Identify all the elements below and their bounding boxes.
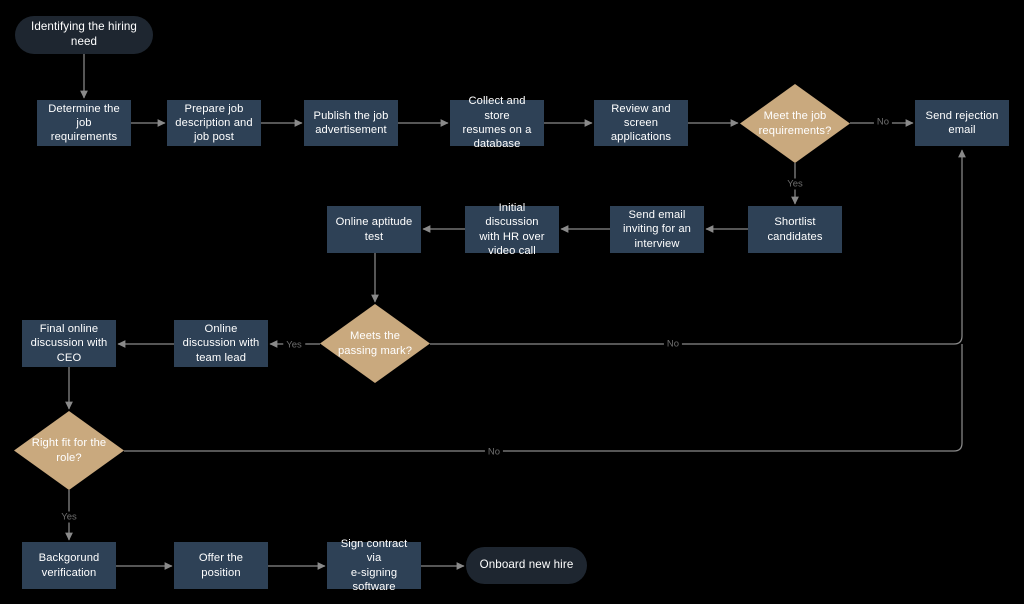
node-send-rejection-email[interactable]: Send rejection email xyxy=(915,100,1009,146)
node-review-screen-applications[interactable]: Review and screen applications xyxy=(594,100,688,146)
edge-label-meet-requirements-no: No xyxy=(873,116,893,128)
node-prepare-job-description-label: Prepare job description and job post xyxy=(175,102,253,144)
node-send-rejection-email-label: Send rejection email xyxy=(925,109,999,136)
node-publish-advertisement-label: Publish the job advertisement xyxy=(313,109,389,136)
node-determine-job-requirements[interactable]: Determine the job requirements xyxy=(37,100,131,146)
node-send-interview-invite-label: Send email inviting for an interview xyxy=(622,209,692,250)
node-meet-job-requirements-decision-label: Meet the job requirements? xyxy=(758,110,832,137)
node-collect-store-resumes-label: Collect and store resumes on a database xyxy=(462,95,532,151)
node-discussion-ceo[interactable]: Final online discussion with CEO xyxy=(22,320,116,367)
node-collect-store-resumes[interactable]: Collect and store resumes on a database xyxy=(450,95,544,150)
edge-label-meet-requirements-yes: Yes xyxy=(784,178,806,190)
edge-label-right-fit-yes: Yes xyxy=(58,511,80,523)
node-discussion-team-lead-label: Online discussion with team lead xyxy=(182,323,260,364)
node-publish-advertisement[interactable]: Publish the job advertisement xyxy=(304,100,398,146)
node-background-verification-label: Backgorund verification xyxy=(38,552,100,579)
node-review-screen-applications-label: Review and screen applications xyxy=(610,102,672,144)
node-meets-passing-mark-decision[interactable]: Meets the passing mark? xyxy=(320,304,430,383)
node-prepare-job-description[interactable]: Prepare job description and job post xyxy=(167,100,261,146)
edge-label-passing-mark-no: No xyxy=(663,338,683,350)
node-background-verification[interactable]: Backgorund verification xyxy=(22,542,116,589)
node-hr-video-call-label: Initial discussion with HR over video ca… xyxy=(479,201,545,257)
node-onboard-new-hire[interactable]: Onboard new hire xyxy=(466,547,587,584)
node-discussion-team-lead[interactable]: Online discussion with team lead xyxy=(174,320,268,367)
node-online-aptitude-test-label: Online aptitude test xyxy=(335,216,413,243)
node-shortlist-candidates-label: Shortlist candidates xyxy=(767,216,823,243)
node-sign-contract-label: Sign contract via e-signing software xyxy=(340,537,408,593)
edge-label-right-fit-no: No xyxy=(484,446,504,458)
node-start[interactable]: Identifying the hiring need xyxy=(15,16,153,54)
connector-layer xyxy=(65,54,966,570)
node-sign-contract[interactable]: Sign contract via e-signing software xyxy=(327,538,421,593)
node-onboard-new-hire-label: Onboard new hire xyxy=(479,558,574,572)
node-start-label: Identifying the hiring need xyxy=(31,20,137,48)
node-right-fit-decision[interactable]: Right fit for the role? xyxy=(14,411,124,490)
node-online-aptitude-test[interactable]: Online aptitude test xyxy=(327,206,421,253)
node-offer-position[interactable]: Offer the position xyxy=(174,542,268,589)
node-offer-position-label: Offer the position xyxy=(198,552,244,579)
node-discussion-ceo-label: Final online discussion with CEO xyxy=(30,323,108,364)
node-meet-job-requirements-decision[interactable]: Meet the job requirements? xyxy=(740,84,850,163)
node-right-fit-decision-label: Right fit for the role? xyxy=(31,437,107,464)
edge-label-passing-mark-yes: Yes xyxy=(283,339,305,351)
node-meets-passing-mark-decision-label: Meets the passing mark? xyxy=(337,330,413,357)
flowchart-canvas: Identifying the hiring need Determine th… xyxy=(0,0,1024,604)
node-hr-video-call[interactable]: Initial discussion with HR over video ca… xyxy=(465,202,559,257)
node-send-interview-invite[interactable]: Send email inviting for an interview xyxy=(610,206,704,253)
node-shortlist-candidates[interactable]: Shortlist candidates xyxy=(748,206,842,253)
node-determine-job-requirements-label: Determine the job requirements xyxy=(48,102,120,144)
